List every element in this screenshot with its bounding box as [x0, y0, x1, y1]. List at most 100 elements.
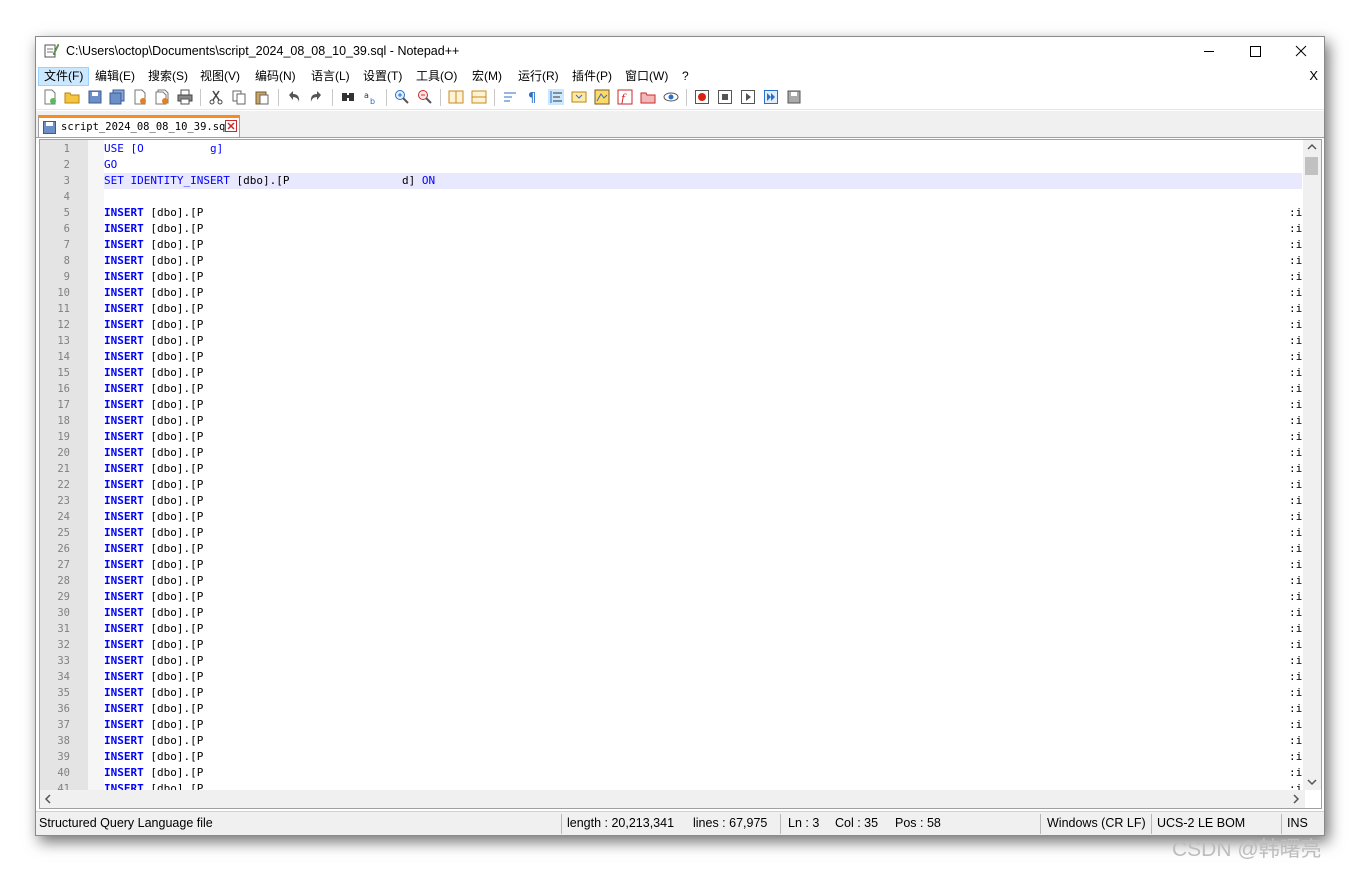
code-line[interactable]: INSERT [dbo].[P:i [104, 477, 1302, 493]
user-defined-language-icon[interactable] [571, 89, 587, 105]
print-icon[interactable] [177, 89, 193, 105]
menu-file[interactable]: 文件(F) [38, 67, 90, 86]
code-line[interactable]: INSERT [dbo].[P:i [104, 573, 1302, 589]
code-line[interactable]: INSERT [dbo].[P:i [104, 605, 1302, 621]
vertical-scroll-thumb[interactable] [1305, 157, 1318, 175]
code-line[interactable]: INSERT [dbo].[P:i [104, 701, 1302, 717]
scroll-up-icon[interactable] [1307, 143, 1317, 151]
save-icon[interactable] [87, 89, 103, 105]
record-macro-icon[interactable] [694, 89, 710, 105]
code-line[interactable]: INSERT [dbo].[P:i [104, 669, 1302, 685]
scroll-down-icon[interactable] [1307, 778, 1317, 786]
find-icon[interactable] [340, 89, 356, 105]
tab-close-icon[interactable] [225, 120, 237, 132]
scroll-right-icon[interactable] [1292, 794, 1300, 804]
stop-macro-icon[interactable] [717, 89, 733, 105]
code-line[interactable]: INSERT [dbo].[P:i [104, 333, 1302, 349]
code-line[interactable]: INSERT [dbo].[P:i [104, 637, 1302, 653]
code-line[interactable]: INSERT [dbo].[P:i [104, 653, 1302, 669]
paste-icon[interactable] [254, 89, 270, 105]
undo-icon[interactable] [286, 89, 302, 105]
horizontal-scrollbar[interactable] [40, 790, 1305, 808]
code-line[interactable]: INSERT [dbo].[P:i [104, 397, 1302, 413]
code-line[interactable]: INSERT [dbo].[P:i [104, 493, 1302, 509]
code-line[interactable]: INSERT [dbo].[P:i [104, 733, 1302, 749]
cut-icon[interactable] [208, 89, 224, 105]
code-line[interactable]: INSERT [dbo].[P:i [104, 381, 1302, 397]
close-document-button[interactable]: X [1309, 68, 1318, 83]
code-line[interactable]: INSERT [dbo].[P:i [104, 509, 1302, 525]
play-macro-icon[interactable] [740, 89, 756, 105]
code-line[interactable]: INSERT [dbo].[P:i [104, 781, 1302, 790]
code-line[interactable]: INSERT [dbo].[P:i [104, 557, 1302, 573]
code-line[interactable]: INSERT [dbo].[P:i [104, 269, 1302, 285]
current-code-line[interactable]: SET IDENTITY_INSERT [dbo].[P d] ON [104, 173, 1302, 189]
code-line[interactable]: INSERT [dbo].[P:i [104, 205, 1302, 221]
vertical-scrollbar[interactable] [1303, 140, 1321, 790]
scroll-left-icon[interactable] [44, 794, 52, 804]
code-line[interactable]: INSERT [dbo].[P:i [104, 445, 1302, 461]
code-line[interactable] [104, 189, 1302, 205]
menu-search[interactable]: 搜索(S) [143, 68, 193, 85]
save-macro-icon[interactable] [786, 89, 802, 105]
minimize-button[interactable] [1186, 37, 1232, 66]
code-line[interactable]: INSERT [dbo].[P:i [104, 413, 1302, 429]
code-line[interactable]: USE [O g] [104, 141, 1302, 157]
run-macro-multiple-icon[interactable] [763, 89, 779, 105]
code-line[interactable]: INSERT [dbo].[P:i [104, 589, 1302, 605]
close-button[interactable] [1278, 37, 1324, 66]
menu-settings[interactable]: 设置(T) [358, 68, 407, 85]
document-map-icon[interactable] [594, 89, 610, 105]
code-line[interactable]: INSERT [dbo].[P:i [104, 301, 1302, 317]
save-all-icon[interactable] [109, 89, 125, 105]
menu-run[interactable]: 运行(R) [513, 68, 564, 85]
code-line[interactable]: INSERT [dbo].[P:i [104, 365, 1302, 381]
code-line[interactable]: INSERT [dbo].[P:i [104, 237, 1302, 253]
zoom-out-icon[interactable] [417, 89, 433, 105]
sync-vertical-icon[interactable] [448, 89, 464, 105]
menu-language[interactable]: 语言(L) [306, 68, 355, 85]
code-line[interactable]: INSERT [dbo].[P:i [104, 621, 1302, 637]
code-line[interactable]: INSERT [dbo].[P:i [104, 685, 1302, 701]
code-line[interactable]: INSERT [dbo].[P:i [104, 749, 1302, 765]
code-line[interactable]: INSERT [dbo].[P:i [104, 317, 1302, 333]
menu-tools[interactable]: 工具(O) [411, 68, 462, 85]
folder-as-workspace-icon[interactable] [640, 89, 656, 105]
new-file-icon[interactable] [42, 89, 58, 105]
code-line[interactable]: INSERT [dbo].[P:i [104, 253, 1302, 269]
editor-area[interactable]: 1 2 3 4 5 6 7 8 9 10 11 12 13 14 15 16 17 18 19 20 21 22 23 24 2… [39, 139, 1322, 809]
close-all-icon[interactable] [154, 89, 170, 105]
code-line[interactable]: INSERT [dbo].[P:i [104, 765, 1302, 781]
code-line[interactable]: INSERT [dbo].[P:i [104, 429, 1302, 445]
file-tab[interactable]: script_2024_08_08_10_39.sql [38, 115, 240, 137]
word-wrap-icon[interactable] [502, 89, 518, 105]
menu-macro[interactable]: 宏(M) [467, 68, 507, 85]
code-line[interactable]: INSERT [dbo].[P:i [104, 349, 1302, 365]
code-line[interactable]: INSERT [dbo].[P:i [104, 525, 1302, 541]
redo-icon[interactable] [308, 89, 324, 105]
indent-guide-icon[interactable] [548, 89, 564, 105]
zoom-in-icon[interactable] [394, 89, 410, 105]
menu-window[interactable]: 窗口(W) [620, 68, 673, 85]
menu-edit[interactable]: 编辑(E) [90, 68, 140, 85]
maximize-button[interactable] [1232, 37, 1278, 66]
replace-icon[interactable]: ab [363, 89, 379, 105]
show-all-characters-icon[interactable]: ¶ [525, 89, 541, 105]
close-file-icon[interactable] [132, 89, 148, 105]
menu-view[interactable]: 视图(V) [195, 68, 245, 85]
code-line[interactable]: GO [104, 157, 1302, 173]
code-view[interactable]: USE [O g] GO SET IDENTITY_INSERT [dbo].[P … [104, 140, 1302, 790]
code-line[interactable]: INSERT [dbo].[P:i [104, 461, 1302, 477]
menu-plugins[interactable]: 插件(P) [567, 68, 617, 85]
menu-help[interactable]: ? [677, 68, 694, 85]
copy-icon[interactable] [231, 89, 247, 105]
monitoring-eye-icon[interactable] [663, 89, 679, 105]
code-line[interactable]: INSERT [dbo].[P:i [104, 221, 1302, 237]
code-line[interactable]: INSERT [dbo].[P:i [104, 541, 1302, 557]
sync-horizontal-icon[interactable] [471, 89, 487, 105]
menu-encoding[interactable]: 编码(N) [250, 68, 301, 85]
code-line[interactable]: INSERT [dbo].[P:i [104, 717, 1302, 733]
function-list-icon[interactable]: f [617, 89, 633, 105]
open-file-icon[interactable] [64, 89, 80, 105]
code-line[interactable]: INSERT [dbo].[P:i [104, 285, 1302, 301]
